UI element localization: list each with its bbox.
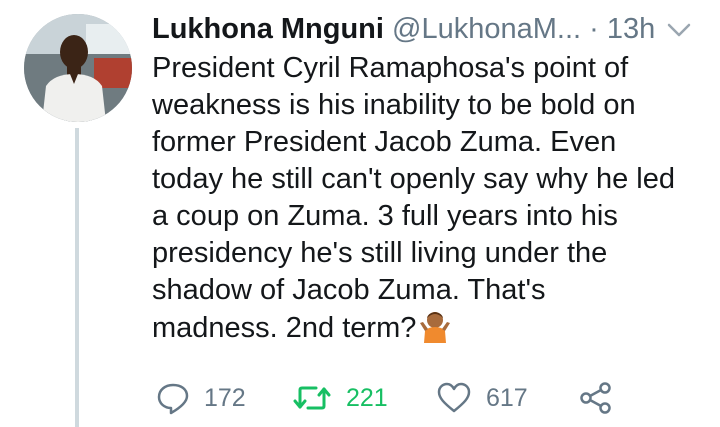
person-shrugging-emoji xyxy=(420,312,451,343)
tweet-header: Lukhona Mnguni @LukhonaM... · 13h xyxy=(152,10,655,48)
share-button[interactable] xyxy=(578,376,614,420)
avatar-photo xyxy=(24,14,132,122)
tweet-text-line: presidency he's still living under the xyxy=(152,237,608,269)
separator-dot: · xyxy=(589,13,599,45)
reply-button[interactable]: 172 xyxy=(156,376,246,420)
retweet-count: 221 xyxy=(346,383,388,412)
like-button[interactable]: 617 xyxy=(436,376,528,420)
retweet-button[interactable]: 221 xyxy=(292,376,388,420)
reply-count: 172 xyxy=(204,383,246,412)
timestamp[interactable]: 13h xyxy=(607,13,655,45)
author-name[interactable]: Lukhona Mnguni xyxy=(152,13,384,45)
tweet-text-line: President Cyril Ramaphosa's point of xyxy=(152,52,629,84)
tweet-actions: 172 221 617 xyxy=(0,376,720,420)
tweet-text: President Cyril Ramaphosa's point of wea… xyxy=(152,50,697,347)
author-handle[interactable]: @LukhonaM... xyxy=(392,13,581,45)
like-count: 617 xyxy=(486,383,528,412)
heart-icon xyxy=(437,382,471,413)
tweet-text-line: former President Jacob Zuma. Even xyxy=(152,126,617,158)
tweet-text-line: today he still can't openly say why he l… xyxy=(152,163,676,195)
reply-icon xyxy=(157,383,189,415)
tweet-text-line: shadow of Jacob Zuma. That's xyxy=(152,274,546,306)
tweet-text-line: madness. 2nd term? xyxy=(152,312,417,344)
tweet-text-line: a coup on Zuma. 3 full years into his xyxy=(152,200,618,232)
avatar[interactable] xyxy=(24,14,132,122)
tweet-text-last-line: madness. 2nd term? xyxy=(152,309,697,347)
chevron-down-icon[interactable] xyxy=(666,22,692,38)
tweet-text-line: weakness is his inability to be bold on xyxy=(152,89,636,121)
retweet-icon xyxy=(293,386,331,410)
share-icon xyxy=(580,382,611,414)
